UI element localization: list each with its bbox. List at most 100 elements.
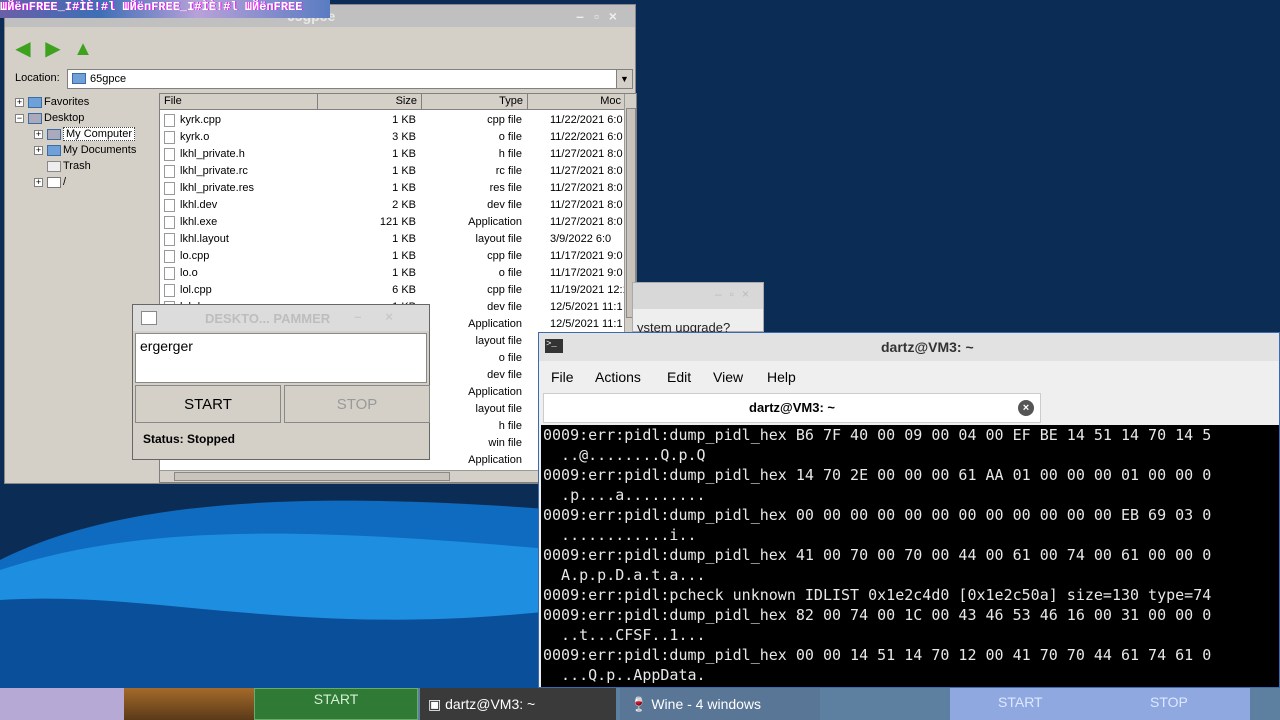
spammer-title: DESKTO... PAMMER [205, 311, 331, 326]
taskbar-item-label: dartz@VM3: ~ [445, 696, 536, 712]
terminal-line: ..@........Q.p.Q [543, 446, 706, 464]
terminal-line: A.p.p.D.a.t.a... [543, 566, 706, 584]
file-name: lkhl.dev [180, 199, 218, 211]
tab-label: dartz@VM3: ~ [749, 400, 835, 415]
menu-help[interactable]: Help [767, 369, 796, 385]
navigation-toolbar: ◀ ▶ ▲ [11, 37, 101, 61]
terminal-tab[interactable]: dartz@VM3: ~ × [543, 393, 1041, 423]
terminal-line: 0009:err:pidl:pcheck unknown IDLIST 0x1e… [543, 586, 1212, 604]
tree-item-my-documents[interactable]: + My Documents [34, 144, 136, 160]
file-row[interactable]: lol.cpp 6 KB cpp file 11/19/2021 12:1 [160, 282, 626, 299]
column-header-type[interactable]: Type [422, 94, 528, 110]
taskbar-item-terminal[interactable]: ▣ dartz@VM3: ~ [420, 688, 616, 720]
screen-glitch-artifact: ШЙёпFREE_I#ÌÈ!#l ШЙёпFREE_I#ÌÈ!#l ШЙёпFR… [0, 0, 330, 18]
file-type: dev file [487, 199, 522, 211]
terminal-line: 0009:err:pidl:dump_pidl_hex B6 7F 40 00 … [543, 426, 1212, 444]
menu-actions[interactable]: Actions [595, 369, 641, 385]
taskbar-glitch-artifact: START STOP [950, 688, 1250, 720]
file-row[interactable]: lkhl_private.rc 1 KB rc file 11/27/2021 8:0 [160, 163, 626, 180]
file-size: 3 KB [392, 131, 416, 143]
terminal-output[interactable]: 0009:err:pidl:dump_pidl_hex B6 7F 40 00 … [541, 425, 1279, 687]
file-row[interactable]: kyrk.cpp 1 KB cpp file 11/22/2021 6:0 [160, 112, 626, 129]
tree-item-root[interactable]: + / [34, 176, 66, 192]
menu-view[interactable]: View [713, 369, 743, 385]
file-size: 6 KB [392, 284, 416, 296]
back-arrow-icon[interactable]: ◀ [11, 37, 35, 61]
menu-edit[interactable]: Edit [667, 369, 691, 385]
tree-item-label: Desktop [44, 112, 85, 124]
taskbar-item-wine[interactable]: 🍷 Wine - 4 windows [620, 688, 820, 720]
file-modified: 11/27/2021 8:0 [550, 148, 623, 160]
file-type: cpp file [487, 250, 522, 262]
file-row[interactable]: lkhl_private.h 1 KB h file 11/27/2021 8:0 [160, 146, 626, 163]
spammer-window: DESKTO... PAMMER –× ergerger START STOP … [132, 304, 430, 460]
column-header-size[interactable]: Size [318, 94, 422, 110]
terminal-menubar: File Actions Edit View Help [539, 361, 1279, 393]
file-icon [164, 165, 175, 178]
close-icon[interactable]: × [1018, 400, 1034, 416]
terminal-window: >_ dartz@VM3: ~ File Actions Edit View H… [538, 332, 1280, 688]
trash-icon [47, 160, 61, 172]
file-name: kyrk.o [180, 131, 210, 143]
window-controls[interactable]: –▫× [633, 283, 763, 309]
folder-icon [72, 73, 86, 84]
window-controls[interactable]: –▫× [576, 8, 627, 24]
file-type: Application [468, 454, 522, 466]
column-header-modified[interactable]: Moc [528, 94, 626, 110]
file-row[interactable]: lkhl.dev 2 KB dev file 11/27/2021 8:0 [160, 197, 626, 214]
file-modified: 11/22/2021 6:0 [550, 131, 623, 143]
file-type: h file [498, 148, 522, 160]
file-size: 121 KB [379, 216, 416, 228]
terminal-titlebar[interactable]: >_ dartz@VM3: ~ [539, 333, 1279, 361]
file-icon [164, 114, 175, 127]
file-size: 2 KB [392, 199, 416, 211]
file-row[interactable]: kyrk.o 3 KB o file 11/22/2021 6:0 [160, 129, 626, 146]
file-row[interactable]: lkhl_private.res 1 KB res file 11/27/2021 8… [160, 180, 626, 197]
file-modified: 11/27/2021 8:0 [550, 182, 623, 194]
documents-icon [47, 144, 61, 156]
terminal-line: 0009:err:pidl:dump_pidl_hex 00 00 00 00 … [543, 506, 1212, 524]
forward-arrow-icon[interactable]: ▶ [41, 37, 65, 61]
file-name: lo.o [180, 267, 198, 279]
tree-item-trash[interactable]: Trash [47, 160, 91, 176]
file-row[interactable]: lo.cpp 1 KB cpp file 11/17/2021 9:0 [160, 248, 626, 265]
file-modified: 11/27/2021 8:0 [550, 165, 623, 177]
glitch-text: ШЙёпFREE_I#ÌÈ!#l ШЙёпFREE_I#ÌÈ!#l ШЙёпFR… [0, 0, 303, 14]
file-icon [164, 131, 175, 144]
taskbar-item-label: Wine - 4 windows [651, 696, 762, 712]
window-controls[interactable]: –× [354, 309, 417, 324]
location-value: 65gpce [90, 73, 127, 85]
file-icon [164, 148, 175, 161]
file-size: 1 KB [392, 182, 416, 194]
file-row[interactable]: lkhl.exe 121 KB Application 11/27/2021 8:0 [160, 214, 626, 231]
terminal-line: ...Q.p..AppData. [543, 666, 706, 684]
file-modified: 3/9/2022 6:0 [550, 233, 612, 245]
terminal-line: .p....a......... [543, 486, 706, 504]
tree-item-my-computer[interactable]: + My Computer [34, 127, 136, 144]
taskbar-glitch-artifact [124, 688, 254, 720]
file-row[interactable]: lo.o 1 KB o file 11/17/2021 9:0 [160, 265, 626, 282]
tree-item-favorites[interactable]: + Favorites [15, 96, 89, 112]
file-row[interactable]: lkhl.layout 1 KB layout file 3/9/2022 6:0 [160, 231, 626, 248]
file-size: 1 KB [392, 250, 416, 262]
spam-text-input[interactable]: ergerger [135, 333, 427, 383]
file-type: Application [468, 216, 522, 228]
file-type: layout file [475, 335, 522, 347]
scrollbar-thumb[interactable] [174, 472, 450, 481]
menu-file[interactable]: File [551, 369, 574, 385]
chevron-down-icon[interactable]: ▼ [616, 70, 632, 88]
up-arrow-icon[interactable]: ▲ [71, 37, 95, 61]
file-type: Application [468, 386, 522, 398]
start-button[interactable]: START [135, 385, 281, 423]
stop-button[interactable]: STOP [284, 385, 430, 423]
file-icon [164, 267, 175, 280]
terminal-icon: >_ [545, 339, 563, 353]
start-button[interactable]: START [254, 688, 418, 720]
column-header-file[interactable]: File [160, 94, 318, 110]
spammer-titlebar[interactable]: DESKTO... PAMMER –× [133, 305, 429, 331]
terminal-line: 0009:err:pidl:dump_pidl_hex 14 70 2E 00 … [543, 466, 1212, 484]
location-combobox[interactable]: 65gpce ▼ [67, 69, 633, 89]
file-modified: 11/19/2021 12:1 [550, 284, 626, 296]
tree-item-desktop[interactable]: − Desktop [15, 112, 84, 128]
taskbar: START ▣ dartz@VM3: ~ 🍷 Wine - 4 windows … [0, 688, 1280, 720]
